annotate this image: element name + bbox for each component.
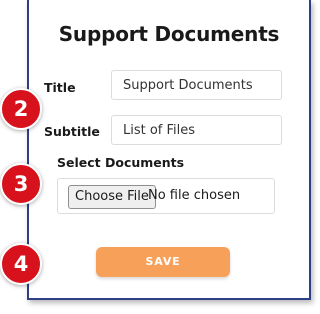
- select-documents-label: Select Documents: [57, 155, 185, 170]
- stage: Support Documents Title Subtitle Select …: [0, 0, 319, 314]
- form-title: Support Documents: [58, 22, 280, 46]
- subtitle-label: Subtitle: [44, 124, 100, 139]
- step-badge-3: 3: [0, 163, 42, 205]
- title-label: Title: [44, 80, 76, 95]
- file-picker[interactable]: Choose File No file chosen: [57, 178, 275, 214]
- step-badge-4: 4: [0, 243, 42, 285]
- step-badge-2: 2: [0, 88, 42, 130]
- save-button[interactable]: SAVE: [96, 247, 230, 277]
- support-documents-card: Support Documents Title Subtitle Select …: [27, 0, 311, 300]
- subtitle-input[interactable]: [111, 115, 282, 145]
- title-input[interactable]: [111, 70, 282, 100]
- file-status-text: No file chosen: [148, 188, 241, 203]
- choose-file-button[interactable]: Choose File: [68, 185, 156, 209]
